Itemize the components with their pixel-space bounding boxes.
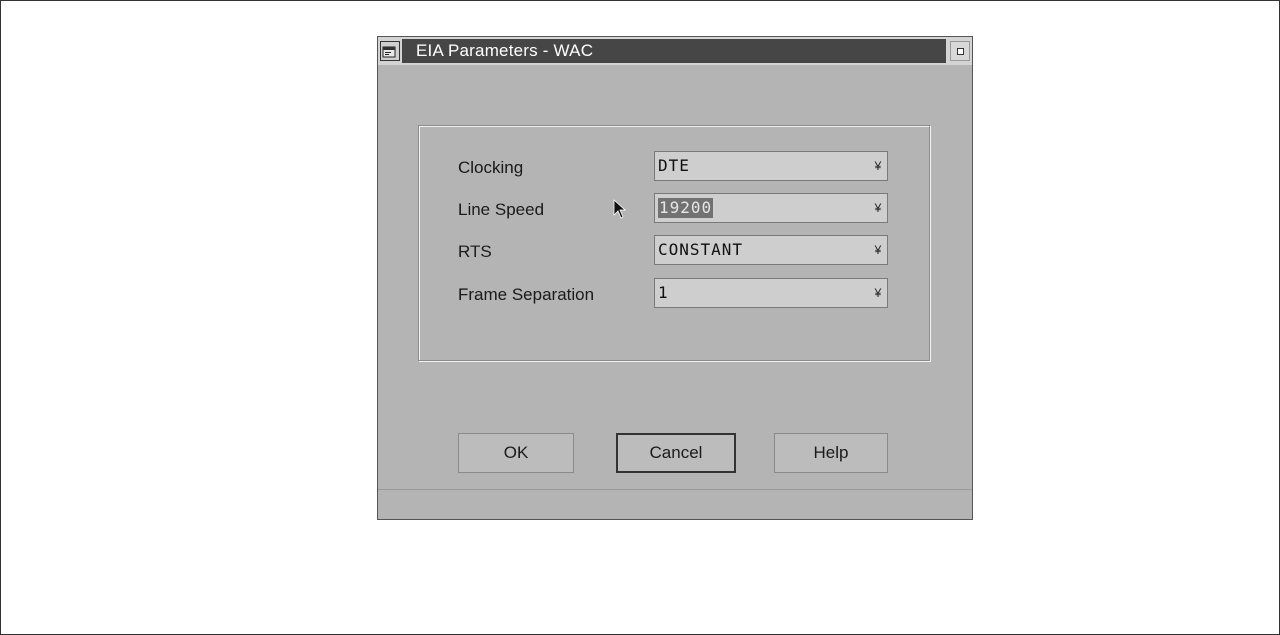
dialog-client-area: Clocking DTE ¥ Line Speed 19200 ¥ RTS CO… (378, 65, 972, 519)
mouse-pointer-icon (613, 199, 627, 224)
frame-separation-dropdown[interactable]: 1 ¥ (654, 278, 888, 308)
help-button[interactable]: Help (774, 433, 888, 473)
ok-button[interactable]: OK (458, 433, 574, 473)
line-speed-value: 19200 (658, 198, 714, 218)
title-bar-fill[interactable]: EIA Parameters - WAC (402, 39, 946, 63)
rts-dropdown[interactable]: CONSTANT ¥ (654, 235, 888, 265)
dropdown-arrow-icon[interactable]: ¥ (871, 156, 885, 176)
clocking-label: Clocking (458, 158, 524, 177)
line-speed-label: Line Speed (458, 200, 545, 219)
window-title: EIA Parameters - WAC (416, 41, 594, 60)
frame-separation-value: 1 (658, 283, 669, 302)
dropdown-arrow-icon[interactable]: ¥ (871, 240, 885, 260)
clocking-dropdown[interactable]: DTE ¥ (654, 151, 888, 181)
eia-parameters-dialog: EIA Parameters - WAC Clocking DTE ¥ Line… (377, 36, 973, 520)
system-menu-icon[interactable] (380, 41, 400, 61)
rts-label: RTS (458, 242, 492, 261)
minimize-icon[interactable] (950, 41, 970, 61)
cancel-button[interactable]: Cancel (616, 433, 736, 473)
clocking-value: DTE (658, 156, 690, 175)
frame-separation-label: Frame Separation (458, 285, 595, 304)
rts-value: CONSTANT (658, 240, 744, 259)
dropdown-arrow-icon[interactable]: ¥ (871, 198, 885, 218)
status-separator (378, 489, 972, 490)
title-bar: EIA Parameters - WAC (378, 37, 972, 65)
line-speed-dropdown[interactable]: 19200 ¥ (654, 193, 888, 223)
dropdown-arrow-icon[interactable]: ¥ (871, 283, 885, 303)
